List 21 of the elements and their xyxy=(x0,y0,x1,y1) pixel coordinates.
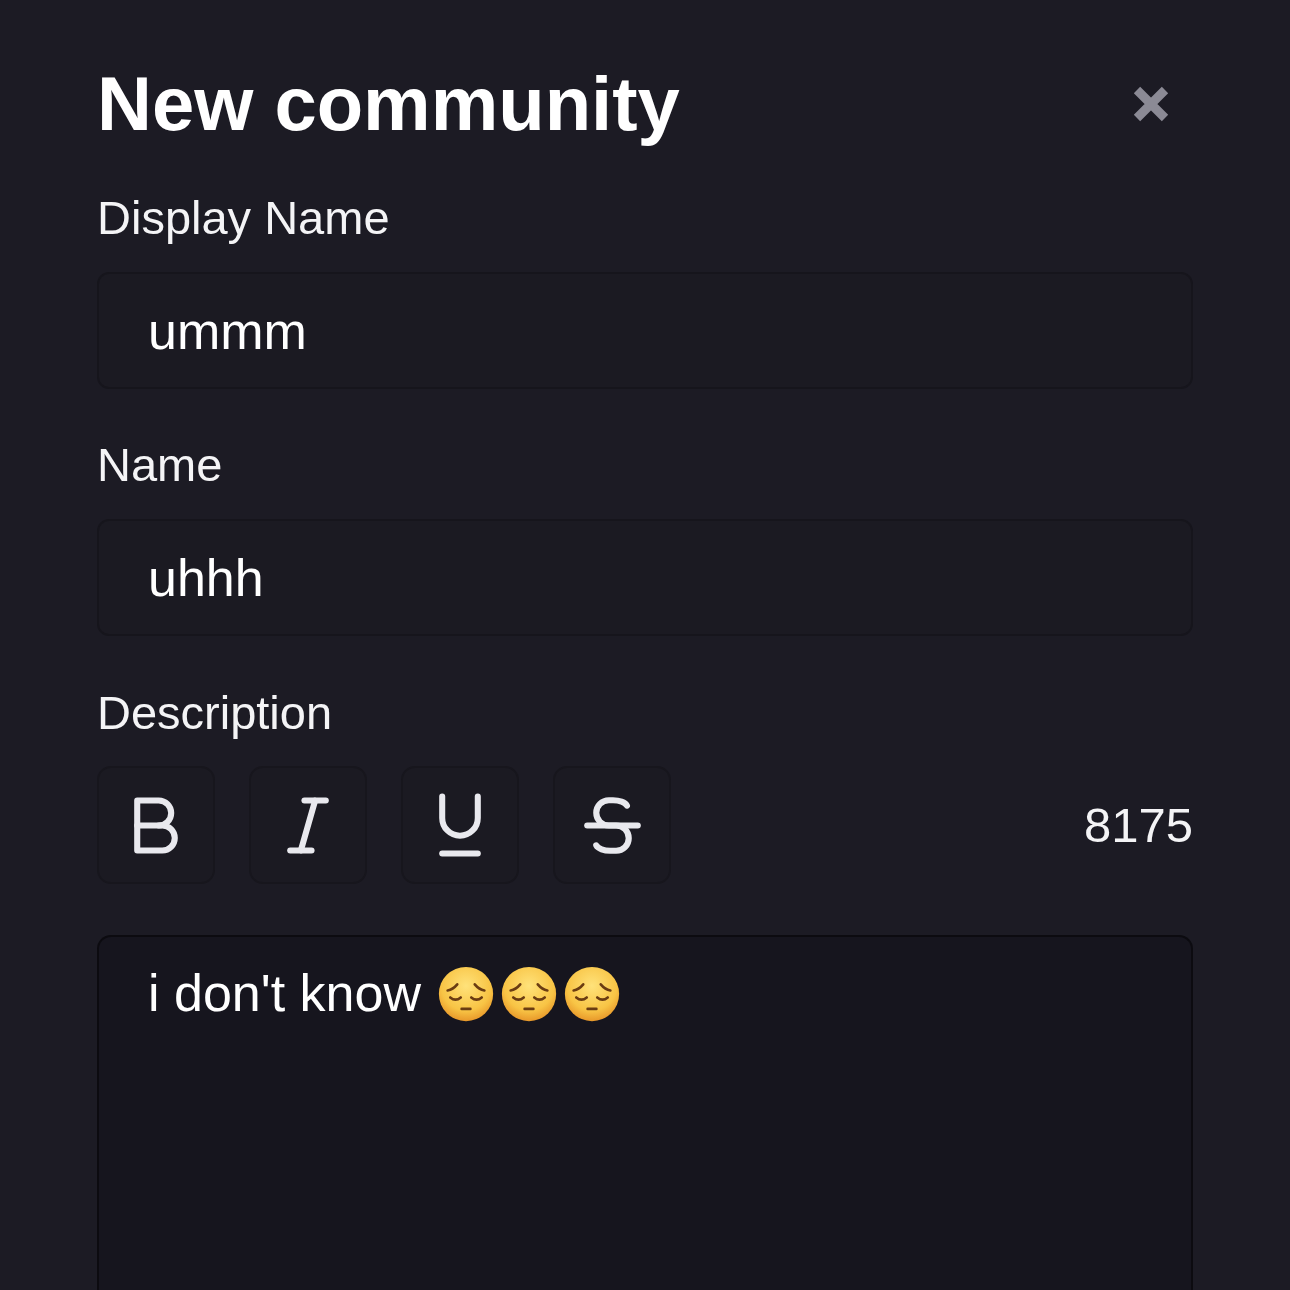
close-button[interactable] xyxy=(1132,85,1170,123)
field-label: Name xyxy=(97,437,224,493)
underline-icon xyxy=(439,793,481,857)
character-counter: 8175 xyxy=(1084,797,1193,853)
description-field[interactable]: i don't know xyxy=(97,935,1193,1290)
field-label: Display Name xyxy=(97,190,391,246)
bold-button[interactable] xyxy=(97,766,215,884)
field-label: Description xyxy=(97,685,334,741)
text-input-field[interactable]: ummm xyxy=(97,272,1193,389)
sad-face-icon xyxy=(501,966,557,1023)
bold-icon xyxy=(134,796,178,854)
sad-face-icon xyxy=(438,966,494,1023)
dialog-title: New community xyxy=(97,61,680,147)
italic-icon xyxy=(287,796,329,854)
strikethrough-icon xyxy=(583,796,641,854)
strikethrough-button[interactable] xyxy=(553,766,671,884)
italic-button[interactable] xyxy=(249,766,367,884)
sad-face-icon xyxy=(564,966,620,1023)
text-input-field[interactable]: uhhh xyxy=(97,519,1193,636)
close-icon xyxy=(1132,85,1170,123)
underline-button[interactable] xyxy=(401,766,519,884)
